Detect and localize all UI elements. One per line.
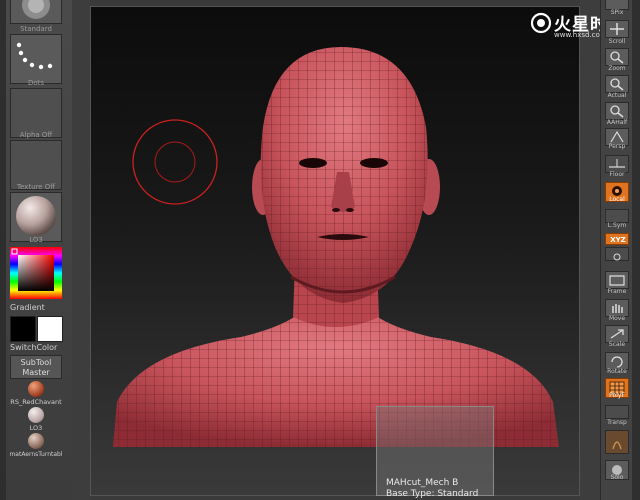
texture-label: Texture Off [16, 183, 56, 191]
master-label: Master [22, 368, 50, 377]
rotate-label: Rotate [607, 368, 627, 375]
material-name: LO3 [29, 424, 43, 432]
stroke-label: Dots [27, 79, 45, 87]
lsym-label: L.Sym [607, 222, 627, 229]
brush-cursor-inner [154, 141, 196, 183]
rotate-icon [611, 356, 623, 368]
local-label: Local [609, 196, 625, 203]
zoom-button[interactable] [605, 48, 629, 66]
scale-icon [610, 329, 624, 339]
move-label: Move [608, 315, 626, 322]
rotate-axis-button[interactable] [605, 247, 629, 261]
frame-label: Frame [607, 288, 627, 295]
material-sphere-icon [16, 196, 56, 236]
actual-size-icon [610, 78, 624, 91]
xyz-button[interactable]: XYZ [605, 233, 629, 245]
canvas-left-margin [72, 0, 90, 500]
primary-color-swatch[interactable] [10, 316, 36, 342]
switchcolor-label[interactable]: SwitchColor [10, 343, 57, 352]
tool-name-text: MAHcut_Mech B [386, 478, 459, 488]
transp-button[interactable] [605, 405, 629, 419]
aahalf-icon [610, 105, 624, 118]
actual-button[interactable] [605, 75, 629, 93]
brush-cursor-outer [132, 119, 218, 205]
material-swatch-lo3[interactable] [28, 407, 44, 423]
spix-label: SPix [610, 9, 624, 16]
scroll-button[interactable] [605, 20, 629, 38]
material-selector[interactable] [10, 192, 62, 242]
subtool-label: SubTool [20, 358, 52, 367]
polyf-label: PolyF [609, 392, 625, 399]
frame-button[interactable] [605, 271, 629, 289]
canvas-right-margin [580, 0, 600, 500]
actual-label: Actual [607, 92, 627, 99]
dots-stroke-icon [16, 42, 53, 70]
subtool-master-button[interactable]: SubTool Master [10, 355, 62, 379]
lsym-button[interactable] [605, 209, 629, 223]
persp-label: Persp [608, 143, 626, 150]
base-type-text: Base Type: Standard [386, 489, 479, 499]
material-label: LO3 [29, 236, 43, 244]
solo-label: Solo [610, 474, 624, 481]
color-picker-gradient [10, 247, 62, 299]
material-swatch-redchavant[interactable] [28, 381, 44, 397]
zoom-icon [610, 51, 624, 64]
secondary-color-swatch[interactable] [37, 316, 63, 342]
move-hand-icon [612, 304, 623, 313]
stroke-selector[interactable] [10, 34, 62, 84]
ghost-button[interactable] [605, 430, 629, 454]
floor-label: Floor [609, 171, 625, 178]
alpha-label: Alpha Off [19, 131, 53, 139]
brush-label: Standard [20, 25, 52, 33]
brush-icon [22, 0, 50, 19]
aahalf-button[interactable] [605, 102, 629, 120]
gradient-label[interactable]: Gradient [10, 303, 45, 312]
brush-selector[interactable] [10, 0, 62, 24]
material-name: RS_RedChavant [10, 398, 62, 406]
floor-icon [609, 159, 625, 168]
ghost-icon [612, 441, 622, 450]
material-name: matAernsTurntabl [9, 451, 63, 458]
material-swatch-turntable[interactable] [28, 433, 44, 449]
transp-label: Transp [607, 419, 627, 426]
left-collapse-strip[interactable] [0, 0, 6, 500]
rotate-axis-icon [613, 253, 621, 261]
logo-url: www.hxsd.com [554, 31, 607, 39]
frame-icon [609, 275, 625, 286]
scroll-label: Scroll [608, 38, 626, 45]
scroll-icon [610, 23, 624, 35]
zoom-label: Zoom [608, 65, 626, 72]
logo-swirl-icon [530, 12, 552, 34]
xyz-label: XYZ [610, 236, 626, 244]
aahalf-label: AAHalf [606, 119, 628, 126]
viewport-canvas[interactable] [90, 6, 580, 496]
scale-label: Scale [608, 341, 626, 348]
color-picker[interactable] [10, 247, 62, 299]
head-mesh-model [113, 47, 559, 447]
right-collapse-strip[interactable] [632, 0, 640, 500]
